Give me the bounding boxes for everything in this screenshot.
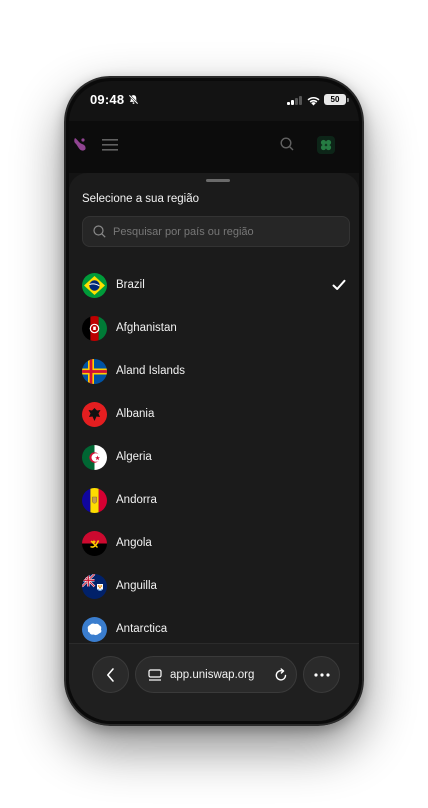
search-icon[interactable] [280,137,294,156]
bell-muted-icon [128,92,139,110]
country-name: Albania [116,408,155,420]
country-name: Afghanistan [116,322,177,334]
country-name: Anguilla [116,580,157,592]
country-row-andorra[interactable]: Andorra [69,480,359,523]
country-row-afghanistan[interactable]: Afghanistan [69,308,359,351]
brazil-flag-icon [82,273,107,298]
country-name: Brazil [116,279,145,291]
menu-icon[interactable] [102,138,118,156]
country-name: Aland Islands [116,365,186,377]
region-selector-sheet: Selecione a sua região Pesquisar por paí… [69,173,359,721]
country-name: Andorra [116,494,157,506]
screen: 09:48 50 Selecione a sua região Pesquisa… [69,81,359,721]
search-icon [93,225,106,243]
wifi-icon [306,93,321,111]
more-options-button[interactable] [303,656,340,693]
url-text: app.uniswap.org [170,669,255,681]
browser-toolbar: app.uniswap.org [69,643,359,721]
anguilla-flag-icon [82,574,107,599]
wallet-avatar-icon[interactable] [317,136,335,159]
back-button[interactable] [92,656,129,693]
antarctica-flag-icon [82,617,107,642]
region-search-input[interactable] [113,217,343,246]
country-name: Antarctica [116,623,168,635]
country-row-algeria[interactable]: Algeria [69,437,359,480]
status-bar: 09:48 50 [69,81,359,121]
phone-frame: 09:48 50 Selecione a sua região Pesquisa… [64,76,364,726]
country-row-angola[interactable]: Angola [69,523,359,566]
albania-flag-icon [82,402,107,427]
chevron-left-icon [107,668,114,682]
page-settings-icon[interactable] [148,669,162,687]
country-row-anguilla[interactable]: Anguilla [69,566,359,609]
sheet-title: Selecione a sua região [82,193,199,205]
region-search-field[interactable] [82,216,350,247]
sheet-grabber[interactable] [206,179,230,182]
andorra-flag-icon [82,488,107,513]
app-header [69,121,359,173]
aland-islands-flag-icon [82,359,107,384]
country-row-albania[interactable]: Albania [69,394,359,437]
battery-indicator: 50 [324,94,349,105]
algeria-flag-icon [82,445,107,470]
checkmark-icon [332,278,346,296]
ellipsis-icon [314,673,330,677]
status-time: 09:48 [90,92,125,107]
afghanistan-flag-icon [82,316,107,341]
cellular-signal-icon [287,96,302,105]
country-row-brazil[interactable]: Brazil [69,265,359,308]
reload-icon[interactable] [274,668,288,687]
country-row-aland-islands[interactable]: Aland Islands [69,351,359,394]
uniswap-logo-icon[interactable] [71,135,89,158]
angola-flag-icon [82,531,107,556]
country-name: Algeria [116,451,152,463]
country-name: Angola [116,537,152,549]
address-bar[interactable]: app.uniswap.org [135,656,297,693]
